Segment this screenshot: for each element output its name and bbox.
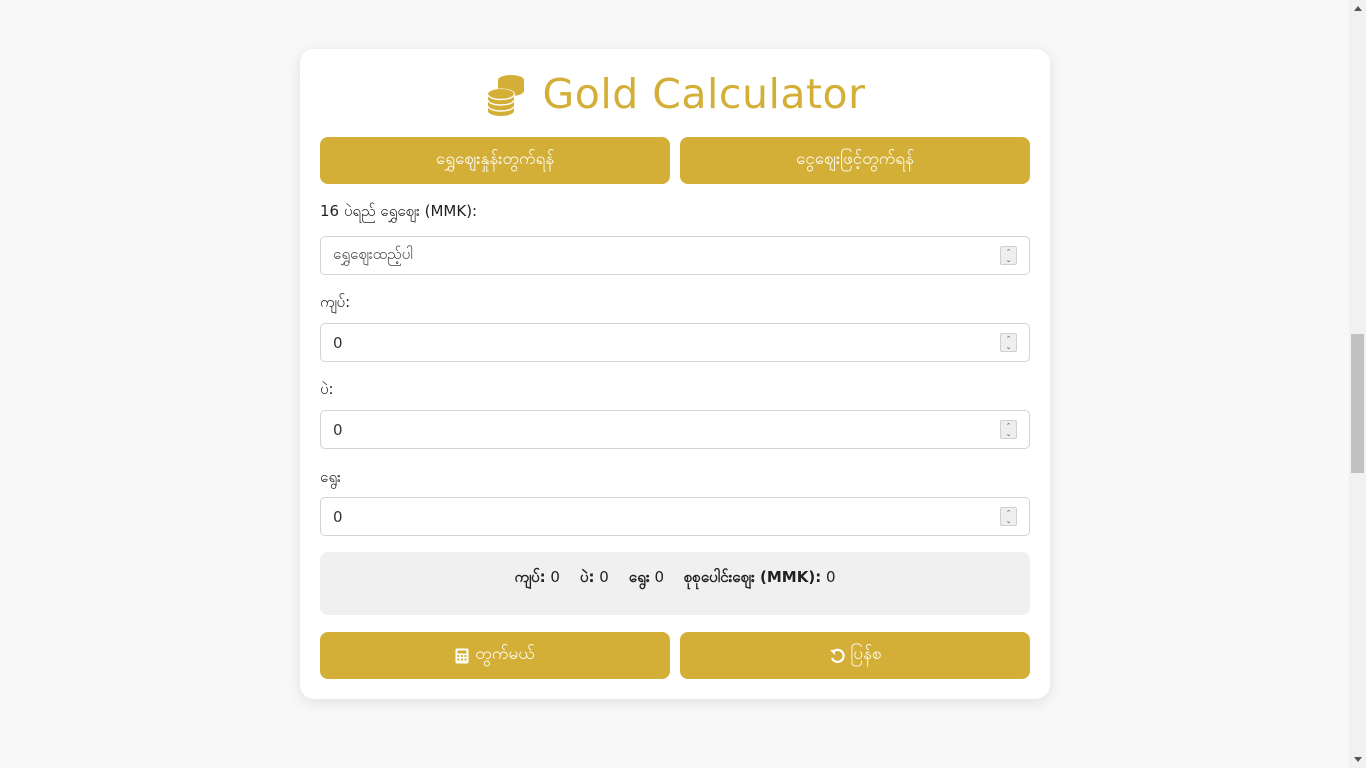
tab-gold-price[interactable]: ရွှေဈေးနှုန်းတွက်ရန် xyxy=(320,137,670,184)
calculator-card: Gold Calculator ရွှေဈေးနှုန်းတွက်ရန် ငွေ… xyxy=(300,49,1050,699)
price-input[interactable]: ရွှေဈေးထည့်ပါ ⌃ ⌄ xyxy=(320,236,1030,275)
page-scrollbar[interactable] xyxy=(1349,0,1366,768)
kyat-value: 0 xyxy=(333,333,343,352)
calculate-button[interactable]: တွက်မယ် xyxy=(320,632,670,679)
header: Gold Calculator xyxy=(300,69,1050,119)
scroll-down-icon[interactable] xyxy=(1354,757,1362,762)
result-pe: ပဲ: 0 xyxy=(579,567,609,586)
page-title: Gold Calculator xyxy=(542,70,866,118)
result-yway: ရွေး 0 xyxy=(628,567,664,586)
pe-stepper[interactable]: ⌃ ⌄ xyxy=(1000,420,1017,439)
price-placeholder: ရွှေဈေးထည့်ပါ xyxy=(333,244,413,263)
result-panel: ကျပ်: 0 ပဲ: 0 ရွေး 0 စုစုပေါင်းဈေး (MMK)… xyxy=(320,552,1030,615)
price-stepper[interactable]: ⌃ ⌄ xyxy=(1000,246,1017,265)
scroll-up-icon[interactable] xyxy=(1354,6,1362,11)
yway-label: ရွေး xyxy=(320,468,341,486)
kyat-stepper[interactable]: ⌃ ⌄ xyxy=(1000,333,1017,352)
result-total: စုစုပေါင်းဈေး (MMK): 0 xyxy=(683,567,836,586)
scroll-thumb[interactable] xyxy=(1351,334,1364,473)
kyat-label: ကျပ်: xyxy=(320,293,351,311)
calculate-label: တွက်မယ် xyxy=(475,644,535,664)
yway-stepper[interactable]: ⌃ ⌄ xyxy=(1000,507,1017,526)
pe-value: 0 xyxy=(333,420,343,439)
tab-money-price[interactable]: ငွေဈေးဖြင့်တွက်ရန် xyxy=(680,137,1030,184)
price-label: 16 ပဲရည် ရွှေဈေး (MMK): xyxy=(320,202,478,220)
result-kyat: ကျပ်: 0 xyxy=(514,567,560,586)
pe-input[interactable]: 0 ⌃ ⌄ xyxy=(320,410,1030,449)
yway-input[interactable]: 0 ⌃ ⌄ xyxy=(320,497,1030,536)
reset-button[interactable]: ပြန်စ xyxy=(680,632,1030,679)
kyat-input[interactable]: 0 ⌃ ⌄ xyxy=(320,323,1030,362)
pe-label: ပဲ: xyxy=(320,380,334,398)
reset-label: ပြန်စ xyxy=(850,644,882,664)
coins-icon xyxy=(487,75,525,116)
calculator-icon xyxy=(455,648,469,663)
yway-value: 0 xyxy=(333,507,343,526)
undo-icon xyxy=(829,648,845,663)
